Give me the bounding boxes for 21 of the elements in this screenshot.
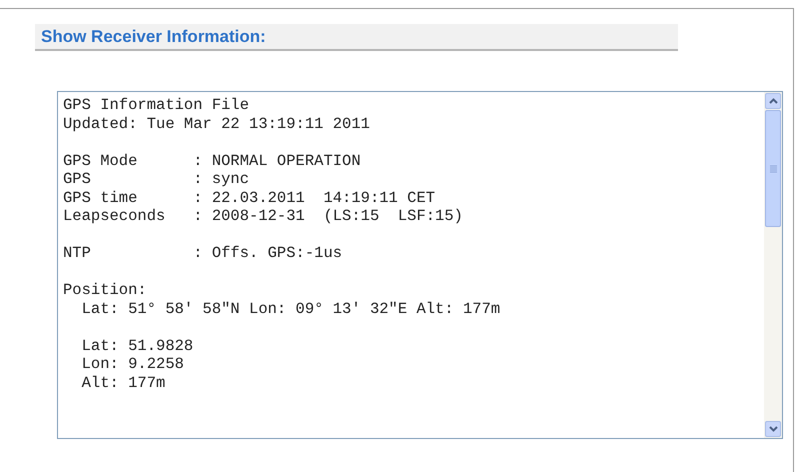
text-line: GPS Mode : NORMAL OPERATION (63, 152, 361, 170)
text-line: Lon: 9.2258 (80, 355, 184, 374)
text-line: GPS time : 22.03.2011 14:19:11 CET (63, 188, 436, 207)
scroll-down-button[interactable] (765, 421, 781, 437)
text-line: Position: (63, 281, 147, 300)
chevron-up-icon (768, 98, 778, 104)
text-line: Lat: 51.9828 (80, 336, 194, 355)
text-line: Lat: 51° 58' 58"N Lon: 09° 13' 32"E Alt: 177m (80, 300, 500, 318)
grip-icon (770, 164, 776, 172)
text-line: NTP : Offs. GPS:-1us (63, 244, 342, 262)
text-line: GPS Information File (63, 96, 250, 114)
scrollbar[interactable] (764, 92, 782, 438)
scroll-thumb[interactable] (765, 110, 781, 227)
text-line: Alt: 177m (80, 374, 166, 392)
text-line: Leapseconds : 2008-12-31 (LS:15 LSF:15) (63, 207, 463, 226)
text-line: Updated: Tue Mar 22 13:19:11 2011 (63, 114, 370, 133)
scroll-up-button[interactable] (765, 93, 781, 109)
section-title: Show Receiver Information: (41, 26, 266, 48)
text-line: GPS : sync (63, 170, 250, 188)
info-text-area[interactable] (57, 91, 783, 439)
chevron-down-icon (768, 426, 778, 432)
